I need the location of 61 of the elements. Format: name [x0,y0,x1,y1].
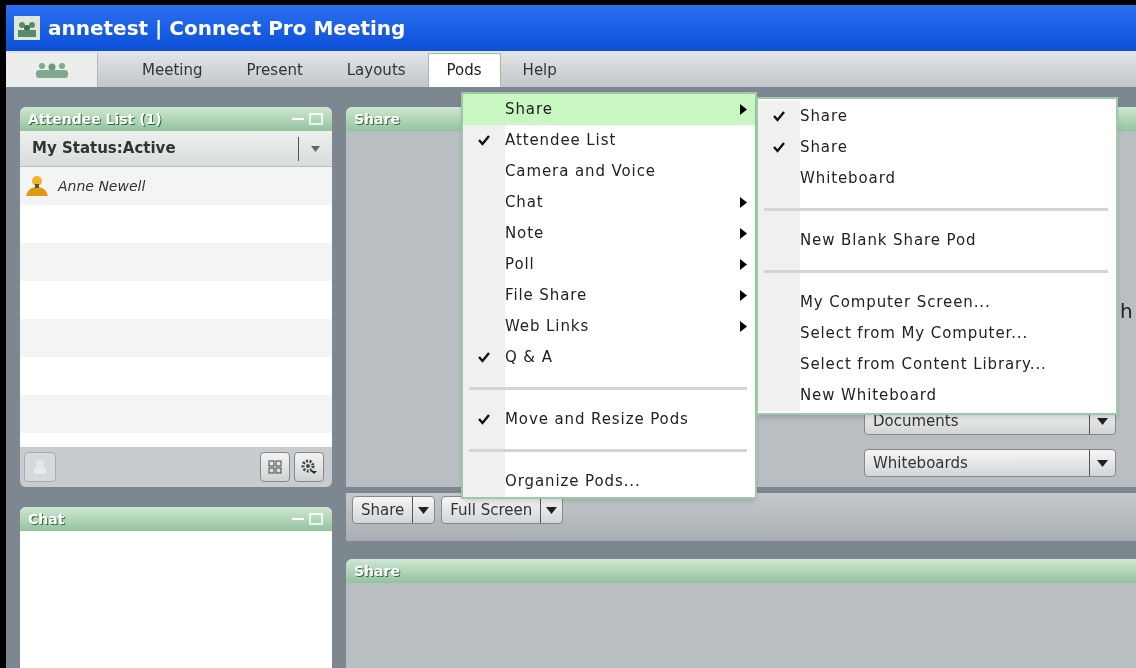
pod-title: Chat [28,509,65,529]
pod-title: Share [354,561,400,581]
user-button[interactable] [24,452,56,482]
menu-item[interactable]: Poll [463,249,755,280]
menu-item[interactable]: Layouts [324,53,428,87]
host-person-icon [24,175,50,197]
menu-item[interactable]: My Computer Screen... [758,287,1116,318]
checkmark-icon [478,135,490,146]
menu-item[interactable]: Share [463,94,755,125]
menu-item[interactable]: Share [758,101,1116,132]
attendee-name: Anne Newell [58,176,146,196]
dropdown-caret-icon [418,506,430,514]
menu-item[interactable]: New Whiteboard [758,380,1116,411]
minimize-maximize-icon[interactable] [290,513,324,525]
menu-item[interactable]: New Blank Share Pod [758,225,1116,256]
menu-item[interactable]: Share [758,132,1116,163]
menu-item[interactable]: Select from Content Library... [758,349,1116,380]
people-logo-icon[interactable] [34,61,69,79]
menu-item[interactable]: Meeting [120,53,225,87]
menu-item[interactable]: Web Links [463,311,755,342]
checkmark-icon [478,352,490,363]
menu-item[interactable]: Camera and Voice [463,156,755,187]
menu-item[interactable]: Chat [463,187,755,218]
menu-item[interactable]: Present [224,53,325,87]
menu-item[interactable]: Organize Pods... [463,466,755,497]
status-dropdown[interactable]: My Status:Active [20,131,332,167]
dropdown-caret-icon [1097,417,1108,425]
status-label: My Status:Active [32,138,176,160]
menu-item[interactable]: Help [500,53,579,87]
menu-item[interactable]: Q & A [463,342,755,373]
dropdown-caret-icon [311,145,320,152]
submenu-arrow-icon [740,290,747,301]
minimize-maximize-icon[interactable] [290,113,324,125]
checkmark-icon [773,142,785,153]
settings-button[interactable] [294,452,324,482]
settings-icon [301,459,317,475]
menu-item[interactable]: Select from My Computer... [758,318,1116,349]
submenu-arrow-icon [740,197,747,208]
submenu-arrow-icon [740,259,747,270]
dropdown-button[interactable]: Share [352,496,436,524]
checkmark-icon [773,111,785,122]
menu-item[interactable]: Move and Resize Pods [463,404,755,435]
window-title: annetest | Connect Pro Meeting [48,15,406,42]
submenu-arrow-icon [740,104,747,115]
partial-text: h [1120,301,1133,321]
attendee-row[interactable]: Anne Newell [20,167,332,205]
submenu-arrow-icon [740,321,747,332]
menu-item[interactable]: Whiteboard [758,163,1116,194]
pod-title: Attendee List (1) [28,109,162,129]
dropdown-caret-icon [1097,459,1108,467]
submenu-arrow-icon [740,228,747,239]
grid-icon [268,460,282,474]
menu-item[interactable]: Note [463,218,755,249]
app-icon [14,16,40,40]
checkmark-icon [478,414,490,425]
menu-item[interactable]: Attendee List [463,125,755,156]
menu-item[interactable]: File Share [463,280,755,311]
dropdown-caret-icon [546,506,558,514]
menu-item[interactable]: Pods [427,53,501,87]
pod-title: Share [354,109,400,129]
dropdown[interactable]: Whiteboards [864,449,1116,477]
